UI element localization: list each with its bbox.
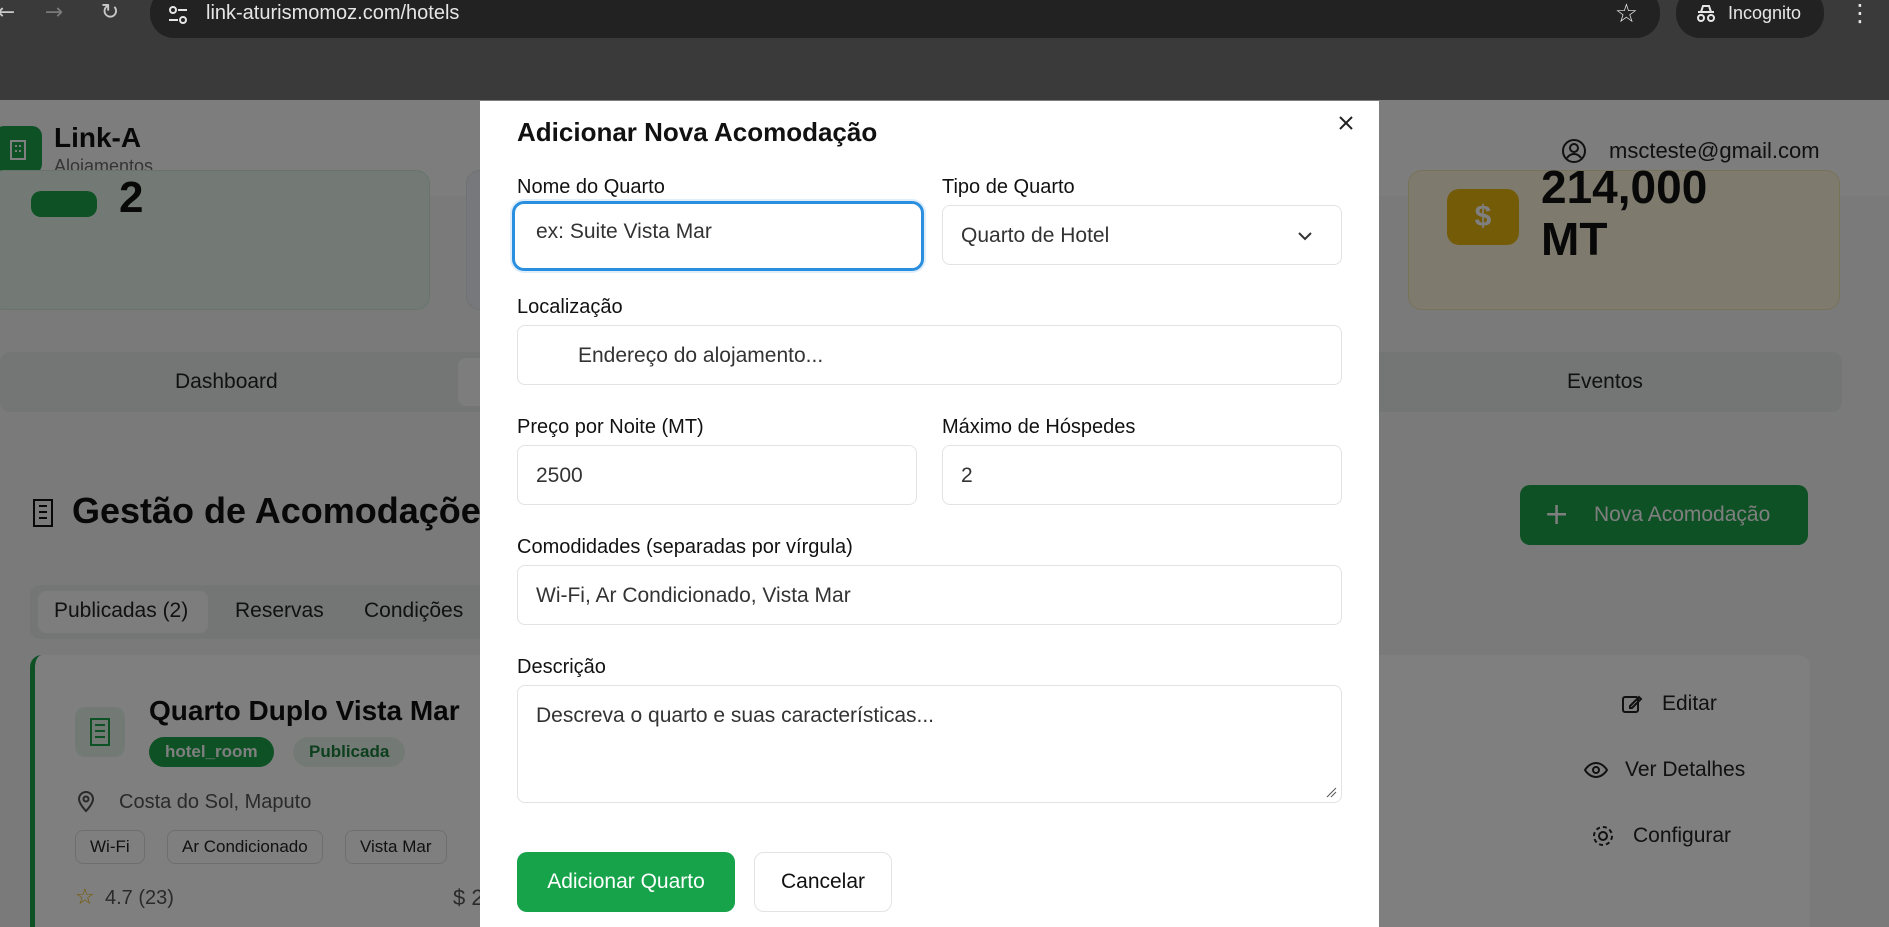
description-textarea[interactable]: Descreva o quarto e suas características… xyxy=(517,685,1342,803)
add-accommodation-modal: Adicionar Nova Acomodação Nome do Quarto… xyxy=(480,101,1379,927)
location-placeholder: Endereço do alojamento... xyxy=(578,344,824,367)
chevron-down-icon xyxy=(1298,232,1312,241)
room-type-select[interactable]: Quarto de Hotel xyxy=(942,205,1342,265)
amenities-label: Comodidades (separadas por vírgula) xyxy=(517,536,853,558)
bookmark-star-icon[interactable]: ☆ xyxy=(1615,0,1638,29)
price-input[interactable]: 2500 xyxy=(517,445,917,505)
reload-icon[interactable]: ↻ xyxy=(96,0,124,28)
price-value: 2500 xyxy=(536,464,583,487)
guests-value: 2 xyxy=(961,464,973,487)
amenities-value: Wi-Fi, Ar Condicionado, Vista Mar xyxy=(536,584,851,607)
location-label: Localização xyxy=(517,296,623,318)
location-input[interactable]: Endereço do alojamento... xyxy=(517,325,1342,385)
modal-title: Adicionar Nova Acomodação xyxy=(517,117,878,147)
guests-label: Máximo de Hóspedes xyxy=(942,416,1136,438)
add-room-button[interactable]: Adicionar Quarto xyxy=(517,852,735,912)
site-info-icon[interactable] xyxy=(166,3,190,27)
room-type-value: Quarto de Hotel xyxy=(961,224,1110,247)
incognito-indicator[interactable]: Incognito xyxy=(1676,0,1824,38)
url-text[interactable]: link-aturismomoz.com/hotels xyxy=(206,2,459,25)
browser-menu-icon[interactable]: ⋮ xyxy=(1848,0,1872,28)
back-icon[interactable]: ← xyxy=(0,0,20,28)
cancel-button[interactable]: Cancelar xyxy=(754,852,892,912)
close-icon[interactable] xyxy=(1332,109,1360,137)
forward-icon[interactable]: → xyxy=(40,0,68,28)
room-name-input[interactable]: ex: Suite Vista Mar xyxy=(512,201,924,271)
guests-input[interactable]: 2 xyxy=(942,445,1342,505)
description-label: Descrição xyxy=(517,656,606,678)
address-bar[interactable]: link-aturismomoz.com/hotels ☆ xyxy=(150,0,1660,38)
incognito-icon xyxy=(1697,5,1715,22)
price-label: Preço por Noite (MT) xyxy=(517,416,704,438)
room-name-label: Nome do Quarto xyxy=(517,176,665,198)
description-placeholder: Descreva o quarto e suas características… xyxy=(536,704,935,727)
resize-grip-icon[interactable] xyxy=(1325,786,1337,798)
room-type-label: Tipo de Quarto xyxy=(942,176,1075,198)
browser-chrome: ← → ↻ link-aturismomoz.com/hotels ☆ Inco… xyxy=(0,0,1889,100)
amenities-input[interactable]: Wi-Fi, Ar Condicionado, Vista Mar xyxy=(517,565,1342,625)
incognito-label: Incognito xyxy=(1728,3,1802,23)
room-name-placeholder: ex: Suite Vista Mar xyxy=(536,220,712,243)
